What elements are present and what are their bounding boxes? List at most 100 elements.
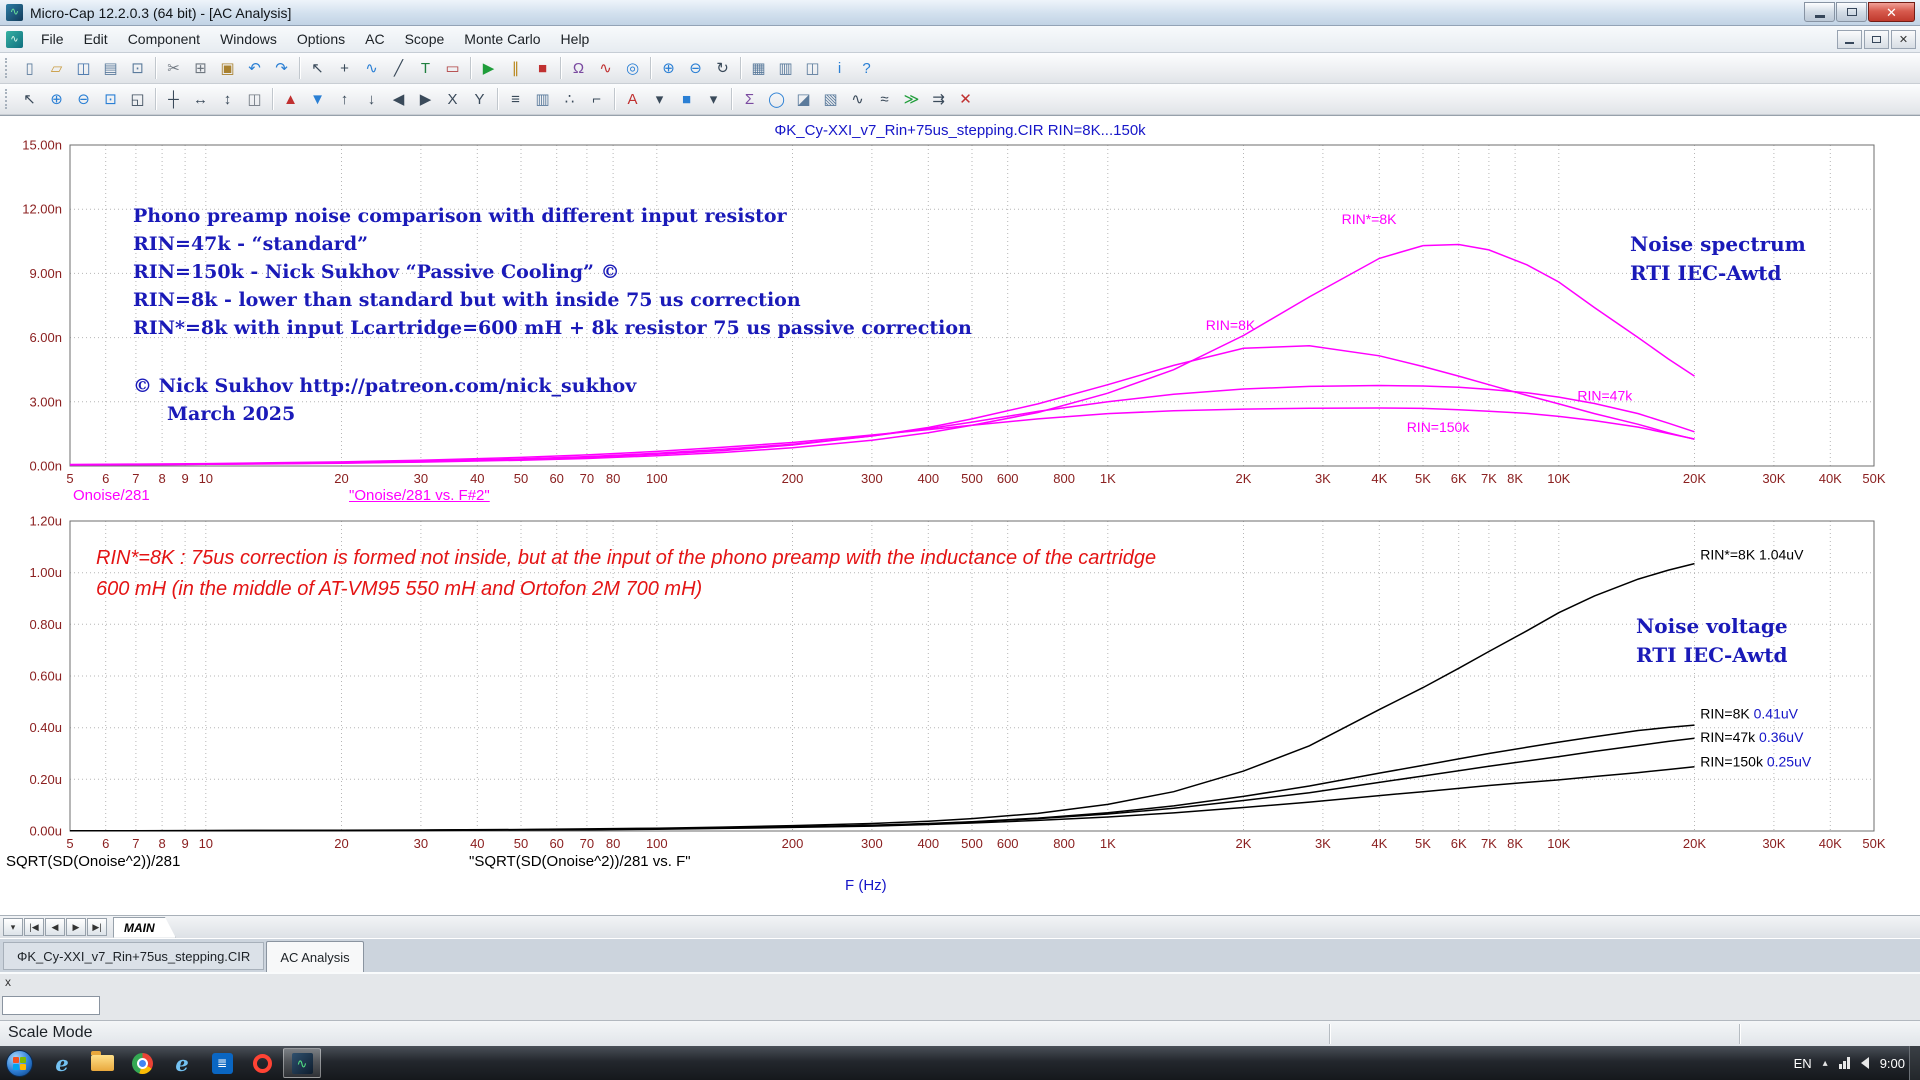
color-dropdown-icon[interactable]: ▾: [701, 87, 726, 112]
toolbar-grip[interactable]: [5, 89, 10, 109]
menu-scope[interactable]: Scope: [395, 27, 455, 51]
taskbar-explorer-icon[interactable]: [83, 1048, 121, 1078]
zoom-out-graph-icon[interactable]: ⊖: [71, 87, 96, 112]
zoom-in-icon[interactable]: ⊕: [656, 56, 681, 81]
peak-icon[interactable]: ▲: [278, 87, 303, 112]
mdi-restore-button[interactable]: [1864, 30, 1889, 49]
language-indicator[interactable]: EN: [1794, 1056, 1812, 1071]
text-mode-icon[interactable]: T: [413, 56, 438, 81]
vertical-cursor-icon[interactable]: ↕: [215, 87, 240, 112]
waveform-icon[interactable]: ∿: [845, 87, 870, 112]
data-points-icon[interactable]: ∴: [557, 87, 582, 112]
menu-options[interactable]: Options: [287, 27, 355, 51]
show-desktop-button[interactable]: [1909, 1046, 1920, 1080]
tab-ac-analysis[interactable]: AC Analysis: [266, 941, 363, 972]
scale-mode-icon[interactable]: ◱: [125, 87, 150, 112]
maximize-button[interactable]: [1836, 2, 1867, 22]
font-icon[interactable]: A: [620, 87, 645, 112]
info-icon[interactable]: i: [827, 56, 852, 81]
menu-ac[interactable]: AC: [355, 27, 394, 51]
copy-icon[interactable]: ⊞: [188, 56, 213, 81]
exit-analysis-icon[interactable]: ✕: [953, 87, 978, 112]
cursor-mode-icon[interactable]: ┼: [161, 87, 186, 112]
last-page-button[interactable]: ▶|: [87, 918, 107, 936]
wire-mode-icon[interactable]: ∿: [359, 56, 384, 81]
taskbar-blue-app-icon[interactable]: ≣: [203, 1048, 241, 1078]
clock[interactable]: 9:00: [1880, 1056, 1905, 1071]
undo-icon[interactable]: ↶: [242, 56, 267, 81]
page-dropdown-button[interactable]: ▾: [3, 918, 23, 936]
cursor-right-icon[interactable]: ▶: [413, 87, 438, 112]
menu-monte-carlo[interactable]: Monte Carlo: [454, 27, 550, 51]
horizontal-cursor-icon[interactable]: ↔: [188, 87, 213, 112]
paste-icon[interactable]: ▣: [215, 56, 240, 81]
high-icon[interactable]: ↑: [332, 87, 357, 112]
network-icon[interactable]: [1839, 1057, 1850, 1069]
fft-icon[interactable]: Σ: [737, 87, 762, 112]
menu-edit[interactable]: Edit: [74, 27, 118, 51]
tab-main[interactable]: MAIN: [113, 917, 176, 938]
refresh-icon[interactable]: ↻: [710, 56, 735, 81]
rect-mode-icon[interactable]: ▭: [440, 56, 465, 81]
text-panel-input[interactable]: [2, 996, 100, 1015]
tag-icon[interactable]: ◫: [242, 87, 267, 112]
start-button[interactable]: [6, 1050, 33, 1077]
window-tile-icon[interactable]: ◫: [800, 56, 825, 81]
color-swatch-icon[interactable]: ■: [674, 87, 699, 112]
numeric-output-icon[interactable]: ▥: [530, 87, 555, 112]
save-icon[interactable]: ◫: [71, 56, 96, 81]
hidden-icons-button[interactable]: ▴: [1823, 1058, 1828, 1069]
3d-plot-icon[interactable]: ◪: [791, 87, 816, 112]
print-preview-icon[interactable]: ⊡: [125, 56, 150, 81]
netlist-icon[interactable]: ▥: [773, 56, 798, 81]
menu-help[interactable]: Help: [551, 27, 600, 51]
run-icon[interactable]: ▶: [476, 56, 501, 81]
cut-icon[interactable]: ✂: [161, 56, 186, 81]
zoom-in-graph-icon[interactable]: ⊕: [44, 87, 69, 112]
go-to-x-icon[interactable]: X: [440, 87, 465, 112]
taskbar-opera-icon[interactable]: [243, 1048, 281, 1078]
step-icon[interactable]: ⇉: [926, 87, 951, 112]
harmonic-icon[interactable]: ≈: [872, 87, 897, 112]
menu-windows[interactable]: Windows: [210, 27, 287, 51]
taskbar-microcap-button[interactable]: ∿: [283, 1048, 321, 1078]
cursor-left-icon[interactable]: ◀: [386, 87, 411, 112]
taskbar-ie-icon[interactable]: e: [43, 1048, 81, 1078]
go-to-y-icon[interactable]: Y: [467, 87, 492, 112]
grid-icon[interactable]: ▦: [746, 56, 771, 81]
mdi-minimize-button[interactable]: [1837, 30, 1862, 49]
tab-circuit-file[interactable]: ΦK_Cy-XXI_v7_Rin+75us_stepping.CIR: [3, 942, 264, 970]
redo-icon[interactable]: ↷: [269, 56, 294, 81]
print-icon[interactable]: ▤: [98, 56, 123, 81]
panel-close-button[interactable]: x: [5, 975, 11, 989]
top-chart-vs-label[interactable]: "Onoise/281 vs. F#2": [349, 487, 490, 504]
stop-icon[interactable]: ■: [530, 56, 555, 81]
performance-icon[interactable]: ▧: [818, 87, 843, 112]
ruler-icon[interactable]: ⌐: [584, 87, 609, 112]
minimize-button[interactable]: [1804, 2, 1835, 22]
low-icon[interactable]: ↓: [359, 87, 384, 112]
taskbar-browser-icon[interactable]: e: [163, 1048, 201, 1078]
select-mode-icon[interactable]: ↖: [305, 56, 330, 81]
scope-icon[interactable]: ∿: [593, 56, 618, 81]
close-button[interactable]: ✕: [1868, 2, 1915, 22]
line-mode-icon[interactable]: ╱: [386, 56, 411, 81]
valley-icon[interactable]: ▼: [305, 87, 330, 112]
zoom-area-icon[interactable]: ⊡: [98, 87, 123, 112]
next-page-button[interactable]: ▶: [66, 918, 86, 936]
taskbar-chrome-icon[interactable]: [123, 1048, 161, 1078]
open-file-icon[interactable]: ▱: [44, 56, 69, 81]
polar-icon[interactable]: ◯: [764, 87, 789, 112]
select-arrow-icon[interactable]: ↖: [17, 87, 42, 112]
new-file-icon[interactable]: ▯: [17, 56, 42, 81]
help-icon[interactable]: ?: [854, 56, 879, 81]
volume-icon[interactable]: [1861, 1057, 1869, 1069]
menu-file[interactable]: File: [31, 27, 74, 51]
font-dropdown-icon[interactable]: ▾: [647, 87, 672, 112]
component-mode-icon[interactable]: +: [332, 56, 357, 81]
first-page-button[interactable]: |◀: [24, 918, 44, 936]
menu-component[interactable]: Component: [118, 27, 210, 51]
zoom-out-icon[interactable]: ⊖: [683, 56, 708, 81]
animate-icon[interactable]: ≫: [899, 87, 924, 112]
probe-icon[interactable]: ◎: [620, 56, 645, 81]
